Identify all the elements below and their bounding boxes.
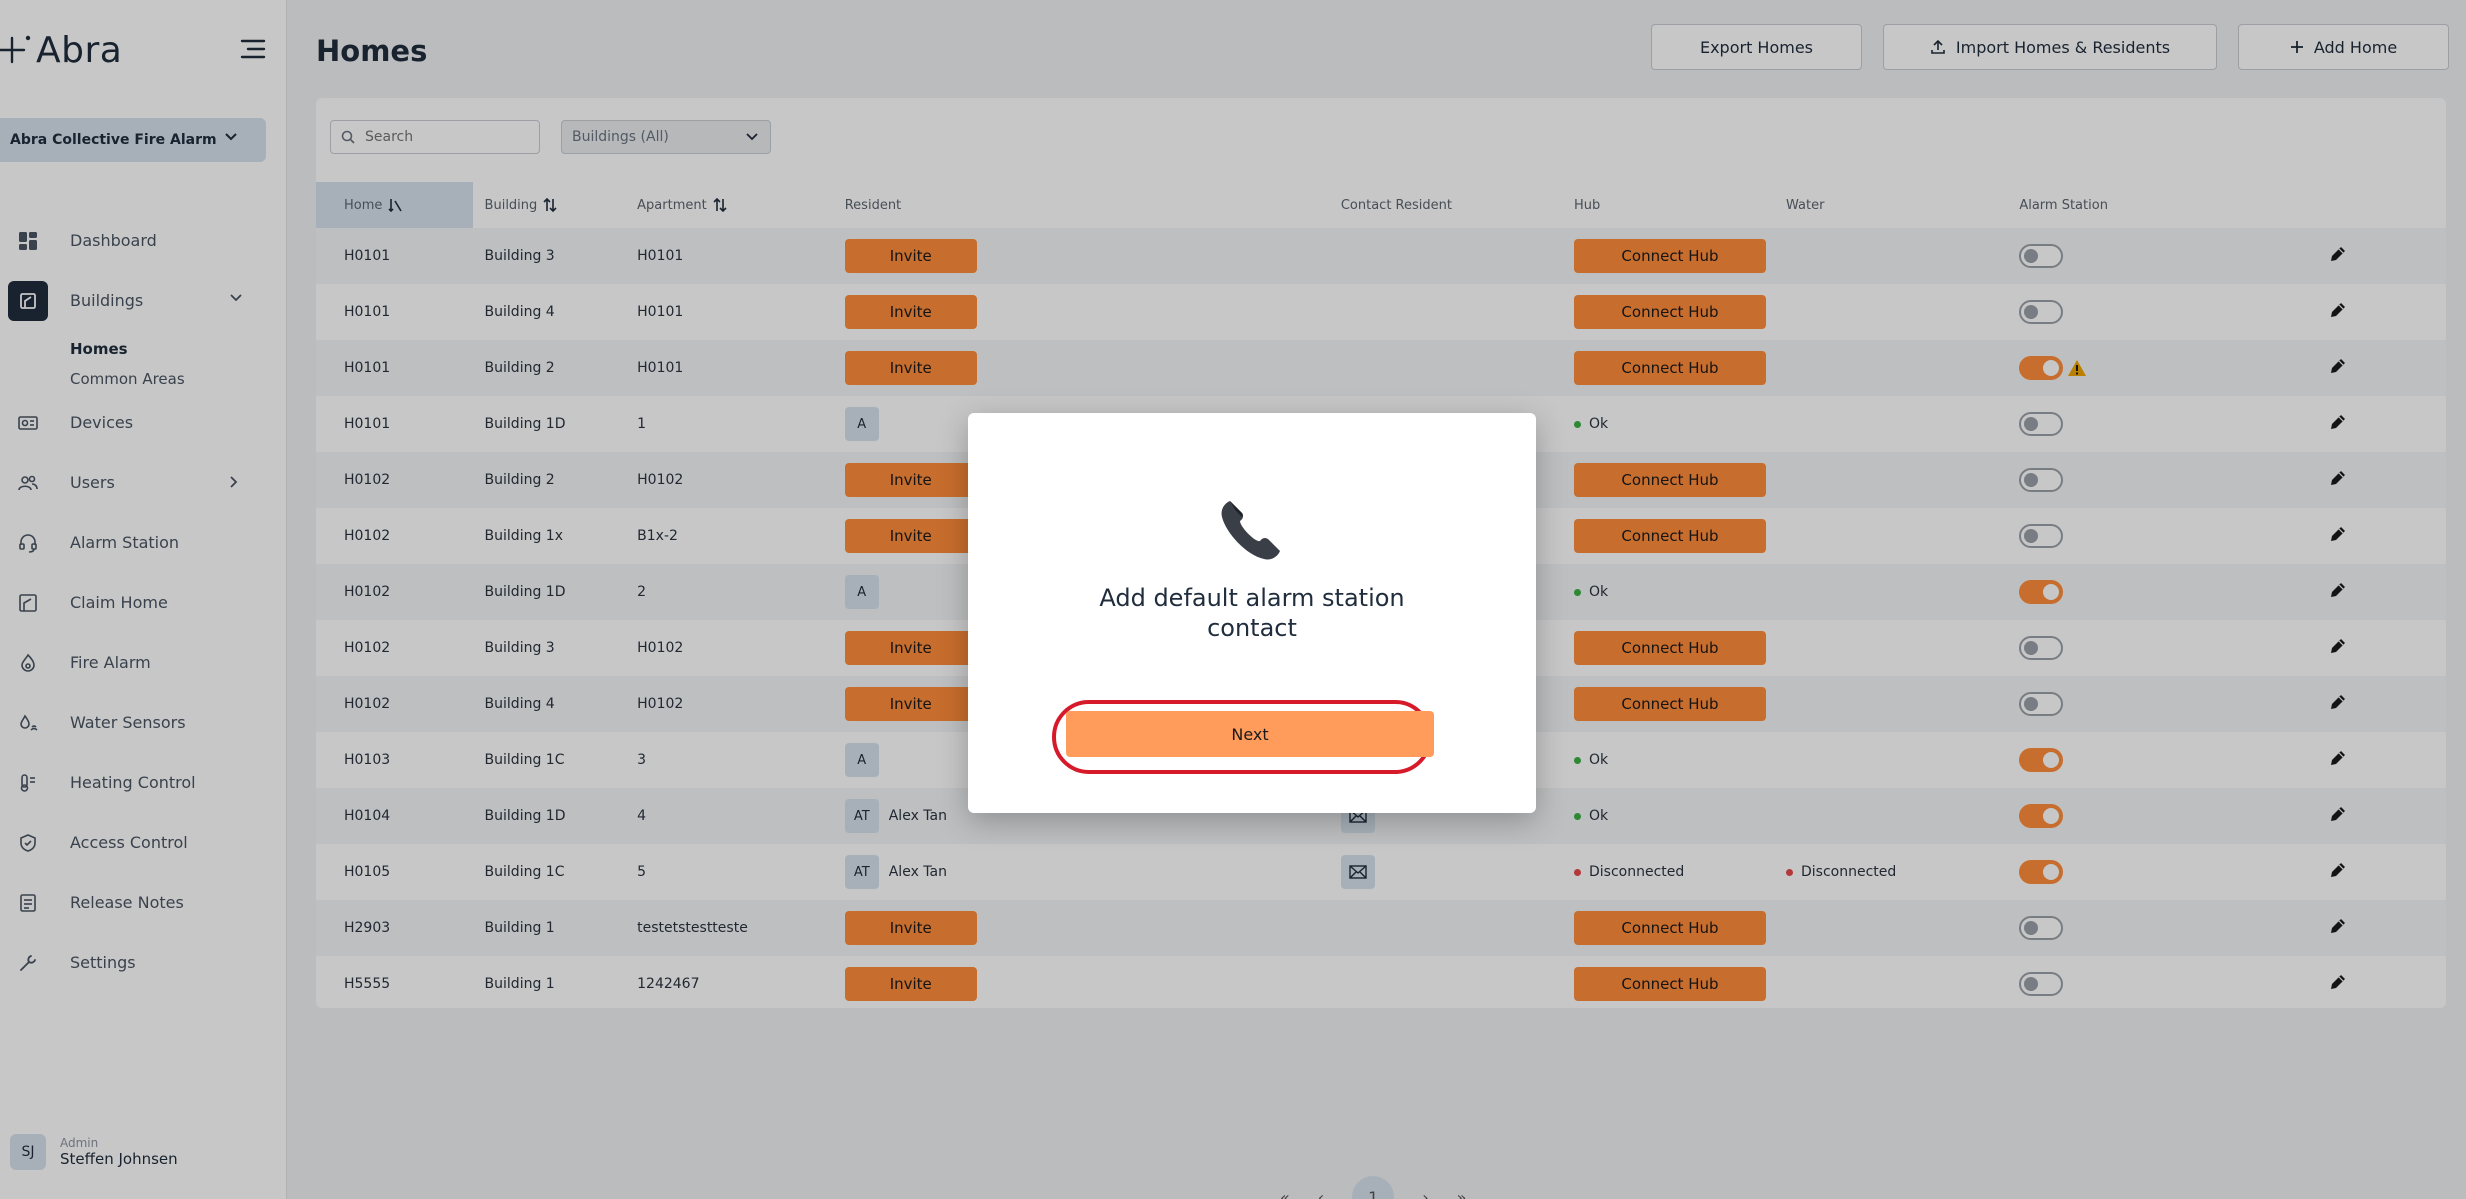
next-button[interactable]: Next (1066, 711, 1434, 757)
alarm-contact-modal: Add default alarm station contact Next (968, 413, 1536, 813)
telephone-icon (1216, 493, 1288, 565)
modal-title: Add default alarm station contact (1099, 584, 1405, 642)
